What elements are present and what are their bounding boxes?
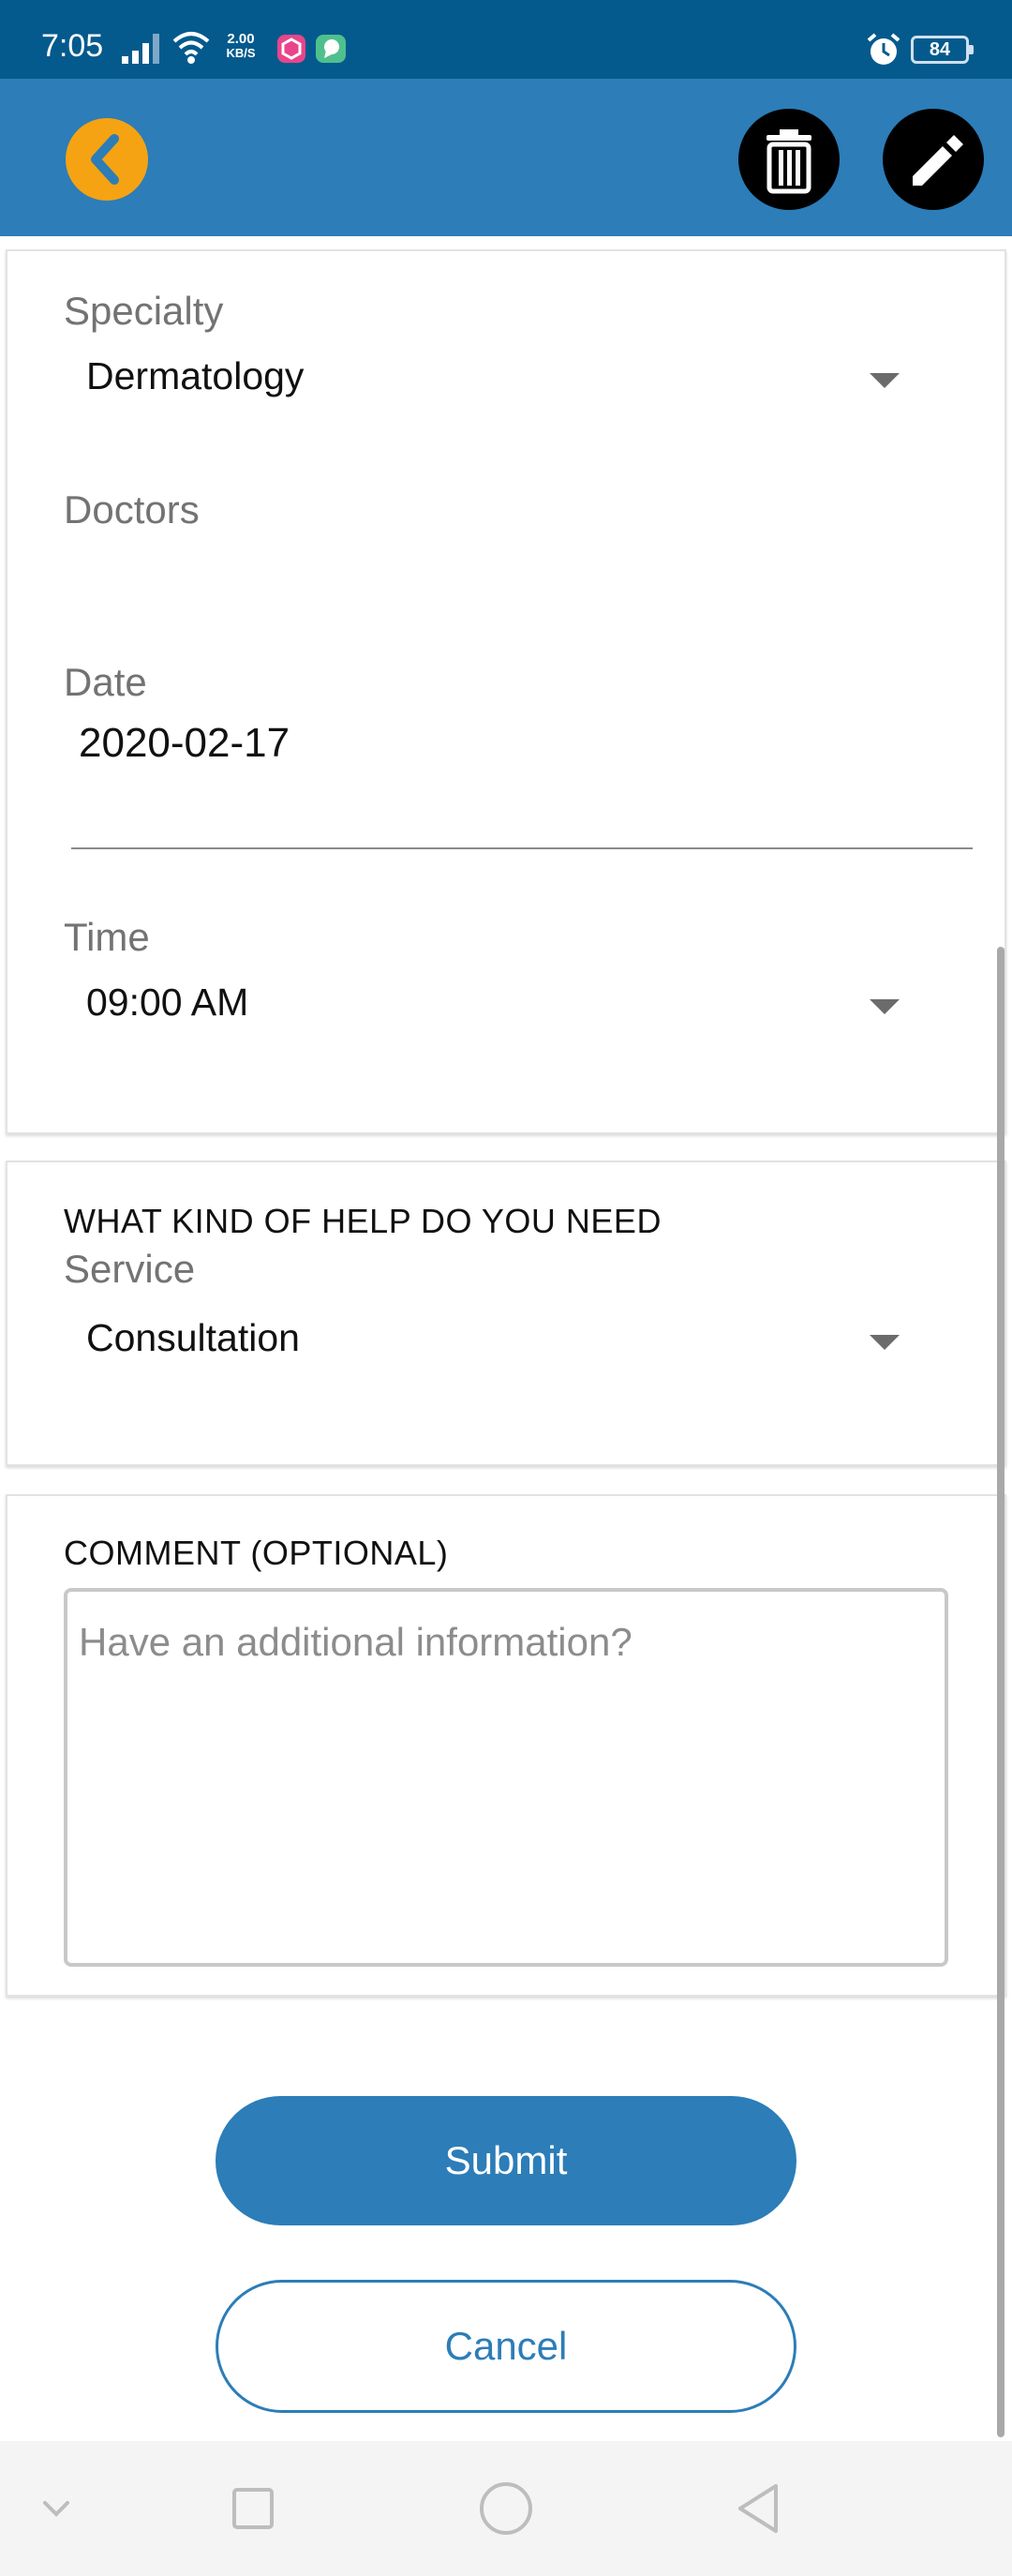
chevron-left-icon: [91, 134, 119, 185]
wifi-icon: [172, 30, 210, 66]
specialty-label: Specialty: [64, 289, 224, 333]
comment-textarea[interactable]: Have an additional information?: [64, 1588, 948, 1967]
caret-down-icon: [870, 999, 900, 1014]
app-bar: [0, 79, 1012, 236]
network-speed-unit: KB/S: [226, 46, 256, 60]
time-label: Time: [64, 915, 150, 959]
comment-section-title: COMMENT (OPTIONAL): [64, 1534, 449, 1572]
time-value: 09:00 AM: [86, 981, 249, 1024]
app-notification-icon: [276, 34, 306, 64]
home-circle-icon[interactable]: [476, 2479, 536, 2539]
signal-icon: [120, 32, 163, 66]
comment-placeholder: Have an additional information?: [79, 1620, 632, 1664]
caret-down-icon: [870, 1335, 900, 1350]
pencil-icon: [913, 135, 963, 186]
alarm-icon: [866, 32, 901, 67]
doctors-select[interactable]: [45, 542, 945, 607]
help-card: WHAT KIND OF HELP DO YOU NEED Service Co…: [6, 1161, 1006, 1466]
specialty-select[interactable]: Dermatology: [45, 341, 945, 416]
recents-square-icon[interactable]: [223, 2479, 283, 2539]
submit-button[interactable]: Submit: [216, 2096, 796, 2225]
network-speed-value: 2.00: [227, 31, 255, 47]
date-value: 2020-02-17: [79, 720, 290, 766]
status-bar: 7:05 2.00 KB/S 84: [0, 0, 1012, 79]
back-triangle-icon[interactable]: [729, 2479, 789, 2539]
time-select[interactable]: 09:00 AM: [45, 967, 945, 1042]
appointment-card: Specialty Dermatology Doctors Date 2020-…: [6, 249, 1006, 1134]
help-section-title: WHAT KIND OF HELP DO YOU NEED: [64, 1202, 662, 1240]
date-field[interactable]: 2020-02-17: [7, 720, 1001, 851]
status-time: 7:05: [41, 28, 104, 64]
service-value: Consultation: [86, 1316, 300, 1359]
scrollbar[interactable]: [997, 947, 1005, 2437]
cancel-button[interactable]: Cancel: [216, 2280, 796, 2413]
service-label: Service: [64, 1247, 196, 1291]
specialty-value: Dermatology: [86, 354, 305, 397]
battery-icon: 84: [911, 36, 974, 64]
edit-button[interactable]: [883, 109, 984, 210]
trash-icon: [766, 129, 811, 194]
date-underline: [71, 847, 973, 849]
date-label: Date: [64, 660, 147, 704]
back-button[interactable]: [66, 118, 148, 201]
comment-card: COMMENT (OPTIONAL) Have an additional in…: [6, 1494, 1006, 1997]
caret-down-icon: [870, 373, 900, 388]
service-select[interactable]: Consultation: [45, 1303, 945, 1378]
doctors-label: Doctors: [64, 487, 200, 532]
nav-down-icon[interactable]: [26, 2479, 86, 2539]
network-speed: 2.00 KB/S: [219, 32, 262, 60]
chat-notification-icon: [315, 34, 347, 64]
delete-button[interactable]: [738, 109, 840, 210]
system-nav-bar: [0, 2441, 1012, 2576]
